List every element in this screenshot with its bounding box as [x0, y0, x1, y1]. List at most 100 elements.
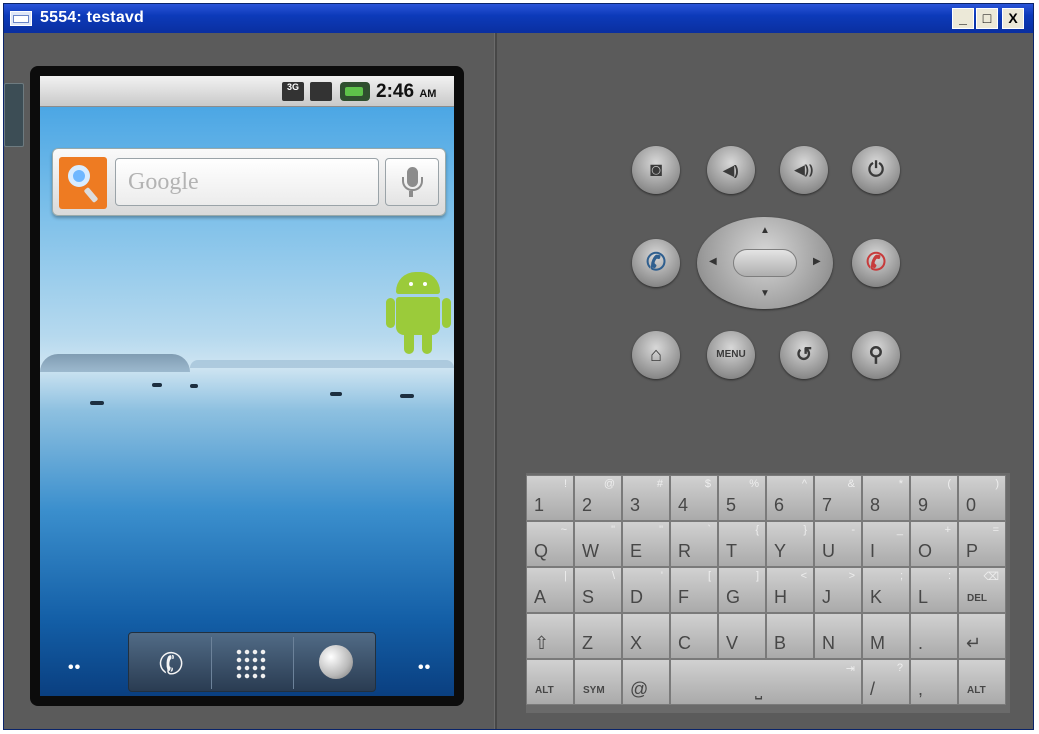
key[interactable]: U-	[814, 521, 862, 567]
key-label: Y	[774, 541, 787, 561]
call-button[interactable]: ✆	[632, 239, 680, 287]
key[interactable]: S \	[574, 567, 622, 613]
key[interactable]: X	[622, 613, 670, 659]
key[interactable]: ALT	[526, 659, 574, 705]
key[interactable]: 4 $	[670, 475, 718, 521]
google-search-input[interactable]: Google	[115, 158, 379, 206]
key-label: 4	[678, 495, 689, 515]
key-sub-label: '	[660, 570, 663, 582]
key[interactable]: @	[622, 659, 670, 705]
key[interactable]: Z	[574, 613, 622, 659]
key[interactable]: E "	[622, 521, 670, 567]
volume-up-button[interactable]: ◀))	[780, 146, 828, 194]
key[interactable]: /?	[862, 659, 910, 705]
key[interactable]: F[	[670, 567, 718, 613]
key-sub-label: =	[992, 524, 999, 536]
key[interactable]: .	[910, 613, 958, 659]
page-indicator-left[interactable]: ••	[68, 659, 81, 677]
key[interactable]: 8 *	[862, 475, 910, 521]
window-app-icon	[10, 11, 32, 26]
key[interactable]: 1!	[526, 475, 574, 521]
key[interactable]: Q ~	[526, 521, 574, 567]
key[interactable]: M	[862, 613, 910, 659]
close-button[interactable]: X	[1002, 8, 1024, 29]
microphone-base	[409, 191, 413, 197]
key-sub-label: ]	[755, 570, 759, 582]
key[interactable]: DEL ⌫	[958, 567, 1006, 613]
voice-search-button[interactable]	[385, 158, 439, 206]
key[interactable]: N	[814, 613, 862, 659]
robot-leg	[422, 334, 432, 354]
key-sub-label: ⇥	[845, 663, 855, 675]
phone-app-icon[interactable]: ✆	[154, 644, 190, 685]
dpad-right-icon[interactable]: ▶	[813, 256, 821, 267]
key[interactable]: 6 ^	[766, 475, 814, 521]
title-bar[interactable]: 5554: testavd _ □ X	[4, 4, 1033, 33]
key-label: ,	[918, 679, 924, 699]
key[interactable]: 0)	[958, 475, 1006, 521]
back-button[interactable]: ↺	[780, 331, 828, 379]
key[interactable]: O +	[910, 521, 958, 567]
key[interactable]: A |	[526, 567, 574, 613]
power-button[interactable]: ⏻	[852, 146, 900, 194]
key[interactable]: I _	[862, 521, 910, 567]
key[interactable]: V	[718, 613, 766, 659]
minimize-button[interactable]: _	[952, 8, 974, 29]
hardware-keyboard: 1! 2 @3 #4 $5% 6 ^ 7 & 8 * 9(0) Q ~ W " E " R ` T{Y} U - I _ O + P =…	[526, 473, 1010, 713]
volume-down-button[interactable]: ◀)	[707, 146, 755, 194]
app-drawer-icon[interactable]	[235, 648, 267, 680]
menu-button[interactable]: MENU	[707, 331, 755, 379]
browser-app-icon[interactable]	[319, 645, 353, 679]
key-label: ⇧	[534, 633, 550, 653]
key-label: M	[870, 633, 885, 653]
search-icon	[68, 165, 90, 187]
key[interactable]: W "	[574, 521, 622, 567]
side-tab-handle[interactable]	[4, 83, 24, 147]
key[interactable]: 2 @	[574, 475, 622, 521]
android-robot-icon[interactable]	[386, 264, 451, 360]
key[interactable]: ALT	[958, 659, 1006, 705]
key-label: 5	[726, 495, 737, 515]
dpad-down-icon[interactable]: ▼	[760, 288, 770, 299]
key[interactable]: K;	[862, 567, 910, 613]
key[interactable]: 3 #	[622, 475, 670, 521]
key[interactable]: 7 &	[814, 475, 862, 521]
key[interactable]: D '	[622, 567, 670, 613]
key[interactable]: G]	[718, 567, 766, 613]
key[interactable]: R `	[670, 521, 718, 567]
key[interactable]: ⇧	[526, 613, 574, 659]
dpad-center-button[interactable]	[733, 249, 797, 277]
key[interactable]: ,	[910, 659, 958, 705]
home-button[interactable]: ⌂	[632, 331, 680, 379]
camera-button[interactable]: ◙	[632, 146, 680, 194]
key-sub-label: *	[898, 478, 903, 490]
end-call-button[interactable]: ✆	[852, 239, 900, 287]
key[interactable]: ↵	[958, 613, 1006, 659]
key[interactable]: P =	[958, 521, 1006, 567]
key-label: 9	[918, 495, 929, 515]
dpad-left-icon[interactable]: ◀	[709, 256, 717, 267]
key[interactable]: SYM	[574, 659, 622, 705]
key[interactable]: 5%	[718, 475, 766, 521]
key[interactable]: B	[766, 613, 814, 659]
google-search-widget: Google	[52, 148, 446, 216]
key[interactable]: H <	[766, 567, 814, 613]
key[interactable]: L:	[910, 567, 958, 613]
dpad[interactable]: ▲ ▼ ◀ ▶	[697, 217, 833, 309]
space-key[interactable]: ⎵ ⇥	[670, 659, 862, 705]
page-indicator-right[interactable]: ••	[418, 659, 431, 677]
key[interactable]: 9(	[910, 475, 958, 521]
key[interactable]: T{	[718, 521, 766, 567]
key-sub-label: &	[847, 478, 855, 490]
search-button[interactable]	[59, 157, 107, 209]
maximize-button[interactable]: □	[976, 8, 998, 29]
device-screen[interactable]: 3G 2:46 AM Google •• •• ✆	[40, 76, 454, 696]
key[interactable]: J >	[814, 567, 862, 613]
emulator-window: 5554: testavd _ □ X 3G 2:46 AM Google ••…	[3, 3, 1034, 730]
key[interactable]: Y}	[766, 521, 814, 567]
dpad-up-icon[interactable]: ▲	[760, 225, 770, 236]
key-sub-label: :	[947, 570, 951, 582]
search-hard-button[interactable]: ⚲	[852, 331, 900, 379]
key[interactable]: C	[670, 613, 718, 659]
key-label: A	[534, 587, 547, 607]
